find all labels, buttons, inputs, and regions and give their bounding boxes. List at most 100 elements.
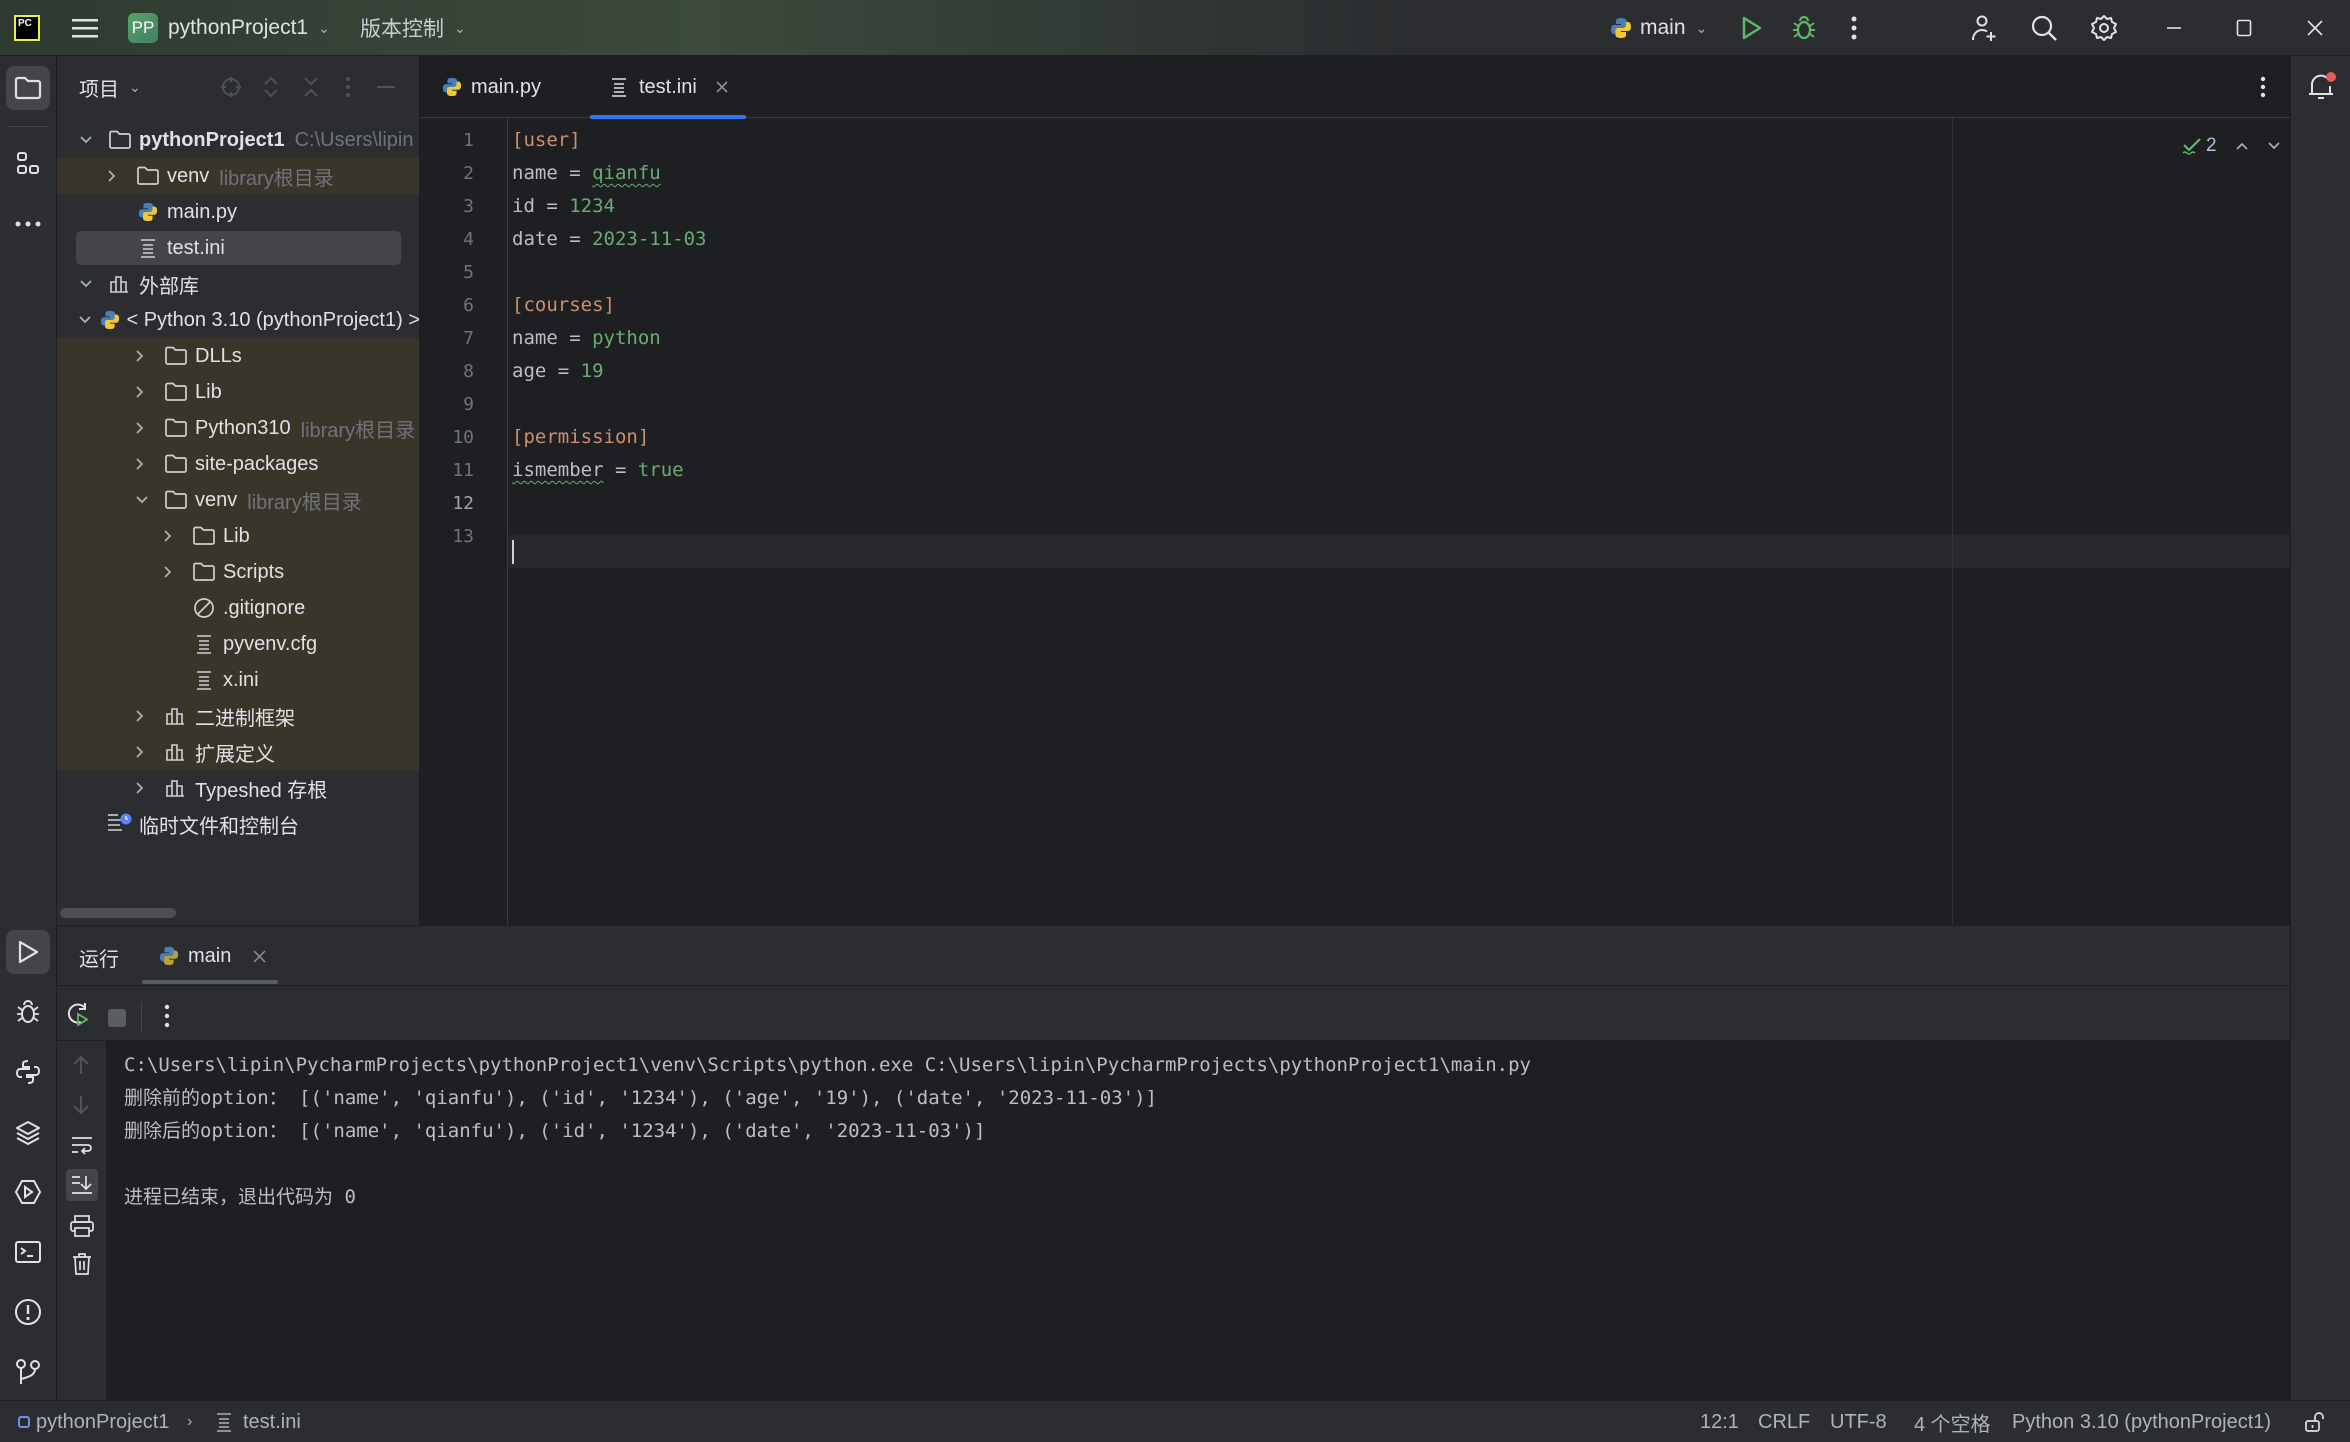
trash-icon[interactable] [72,1253,92,1275]
maximize-button[interactable] [2222,0,2266,56]
arrow-up-icon[interactable] [72,1055,90,1075]
chevron-up-icon[interactable] [2235,141,2249,151]
read-only-toggle[interactable] [2305,1401,2325,1442]
run-config-selector[interactable]: main ⌄ [1610,0,1707,56]
tree-item[interactable]: test.ini [57,230,419,266]
console-output[interactable]: C:\Users\lipin\PycharmProjects\pythonPro… [107,1041,2290,1401]
tree-item[interactable]: < Python 3.10 (pythonProject1) > [57,302,419,338]
tab-options-icon[interactable] [2260,76,2266,98]
run-tab-main[interactable]: main [142,926,278,986]
chevron-right-icon[interactable] [163,529,183,543]
chevron-right-icon[interactable] [135,385,155,399]
tree-item[interactable]: 外部库 [57,266,419,302]
search-button[interactable] [2022,0,2066,56]
chevron-right-icon[interactable] [135,421,155,435]
horizontal-scrollbar[interactable] [60,908,176,918]
tree-item[interactable]: 扩展定义 [57,734,419,770]
code-line[interactable]: name = qianfu [512,157,661,190]
more-icon[interactable] [164,1004,170,1028]
tree-item[interactable]: Python310 library根目录 [57,410,419,446]
structure-tool-button[interactable] [6,142,50,186]
code-line[interactable]: id = 1234 [512,190,615,223]
close-window-button[interactable] [2293,0,2337,56]
chevron-right-icon[interactable] [135,457,155,471]
line-ending[interactable]: CRLF [1758,1401,1810,1442]
terminal-button[interactable] [6,1230,50,1274]
tab-main-py[interactable]: main.py [442,56,541,118]
hide-panel-icon[interactable] [375,76,397,98]
services-run-button[interactable] [6,1170,50,1214]
debug-button[interactable] [1782,0,1826,56]
scroll-to-end-button[interactable] [66,1169,98,1201]
more-icon[interactable] [345,76,351,98]
interpreter-selector[interactable]: Python 3.10 (pythonProject1) [2012,1401,2271,1442]
collapse-all-icon[interactable] [303,76,319,98]
breadcrumb-project[interactable]: pythonProject1 [18,1401,169,1442]
tree-item[interactable]: 二进制框架 [57,698,419,734]
project-tool-button[interactable] [6,66,50,110]
stop-button[interactable] [108,1009,126,1027]
code-line[interactable]: [user] [512,124,581,157]
tree-item[interactable]: .gitignore [57,590,419,626]
caret-position[interactable]: 12:1 [1700,1401,1739,1442]
tree-item[interactable]: Lib [57,374,419,410]
tree-item[interactable]: DLLs [57,338,419,374]
inspection-widget[interactable]: 2 [2182,126,2281,166]
chevron-right-icon[interactable] [135,745,155,759]
indent-setting[interactable]: 4 个空格 [1914,1401,1991,1442]
main-menu-button[interactable] [63,0,107,56]
debug-tool-button[interactable] [6,990,50,1034]
run-tool-button[interactable] [6,930,50,974]
tree-item[interactable]: Scripts [57,554,419,590]
tree-item[interactable]: 临时文件和控制台 [57,806,419,842]
tree-item[interactable]: main.py [57,194,419,230]
tab-test-ini[interactable]: test.ini [590,56,746,119]
code-with-me-button[interactable] [1963,0,2007,56]
code-line[interactable]: ismember = true [512,454,684,487]
rerun-icon[interactable] [65,1000,91,1028]
more-tools-button[interactable] [6,202,50,246]
chevron-right-icon[interactable] [163,565,183,579]
code-line[interactable]: age = 19 [512,355,604,388]
code-line[interactable]: [permission] [512,421,649,454]
tree-item[interactable]: venv library根目录 [57,158,419,194]
more-actions-button[interactable] [1832,0,1876,56]
chevron-down-icon[interactable] [135,495,155,505]
services-button[interactable] [6,1110,50,1154]
tree-item[interactable]: pythonProject1 C:\Users\lipin [57,122,419,158]
run-button[interactable] [1730,0,1774,56]
breadcrumb-file[interactable]: test.ini [215,1401,301,1442]
chevron-right-icon[interactable] [135,781,155,795]
code-line[interactable]: [courses] [512,289,615,322]
file-encoding[interactable]: UTF-8 [1830,1401,1887,1442]
close-tab-icon[interactable] [715,80,729,94]
tree-item[interactable]: x.ini [57,662,419,698]
notifications-button[interactable] [2303,68,2339,104]
vcs-menu[interactable]: 版本控制 ⌄ [360,0,466,56]
chevron-down-icon[interactable] [79,135,99,145]
code-line[interactable]: date = 2023-11-03 [512,223,706,256]
print-icon[interactable] [70,1215,94,1237]
arrow-down-icon[interactable] [72,1095,90,1115]
locate-icon[interactable] [220,76,242,98]
project-switcher[interactable]: PP pythonProject1 ⌄ [128,0,330,56]
tree-item[interactable]: site-packages [57,446,419,482]
tree-item[interactable]: Typeshed 存根 [57,770,419,806]
chevron-right-icon[interactable] [107,169,127,183]
settings-button[interactable] [2082,0,2126,56]
chevron-down-icon[interactable] [79,279,99,289]
chevron-right-icon[interactable] [135,709,155,723]
chevron-down-icon[interactable] [78,315,92,325]
project-view-selector[interactable]: 项目 [79,73,119,102]
tree-item[interactable]: venv library根目录 [57,482,419,518]
close-tab-icon[interactable] [253,949,266,963]
chevron-down-icon[interactable] [2267,141,2281,151]
chevron-right-icon[interactable] [135,349,155,363]
tree-item[interactable]: Lib [57,518,419,554]
tree-item[interactable]: pyvenv.cfg [57,626,419,662]
expand-all-icon[interactable] [263,76,279,98]
code-line[interactable]: name = python [512,322,661,355]
minimize-button[interactable] [2152,0,2196,56]
git-button[interactable] [6,1350,50,1394]
problems-button[interactable] [6,1290,50,1334]
